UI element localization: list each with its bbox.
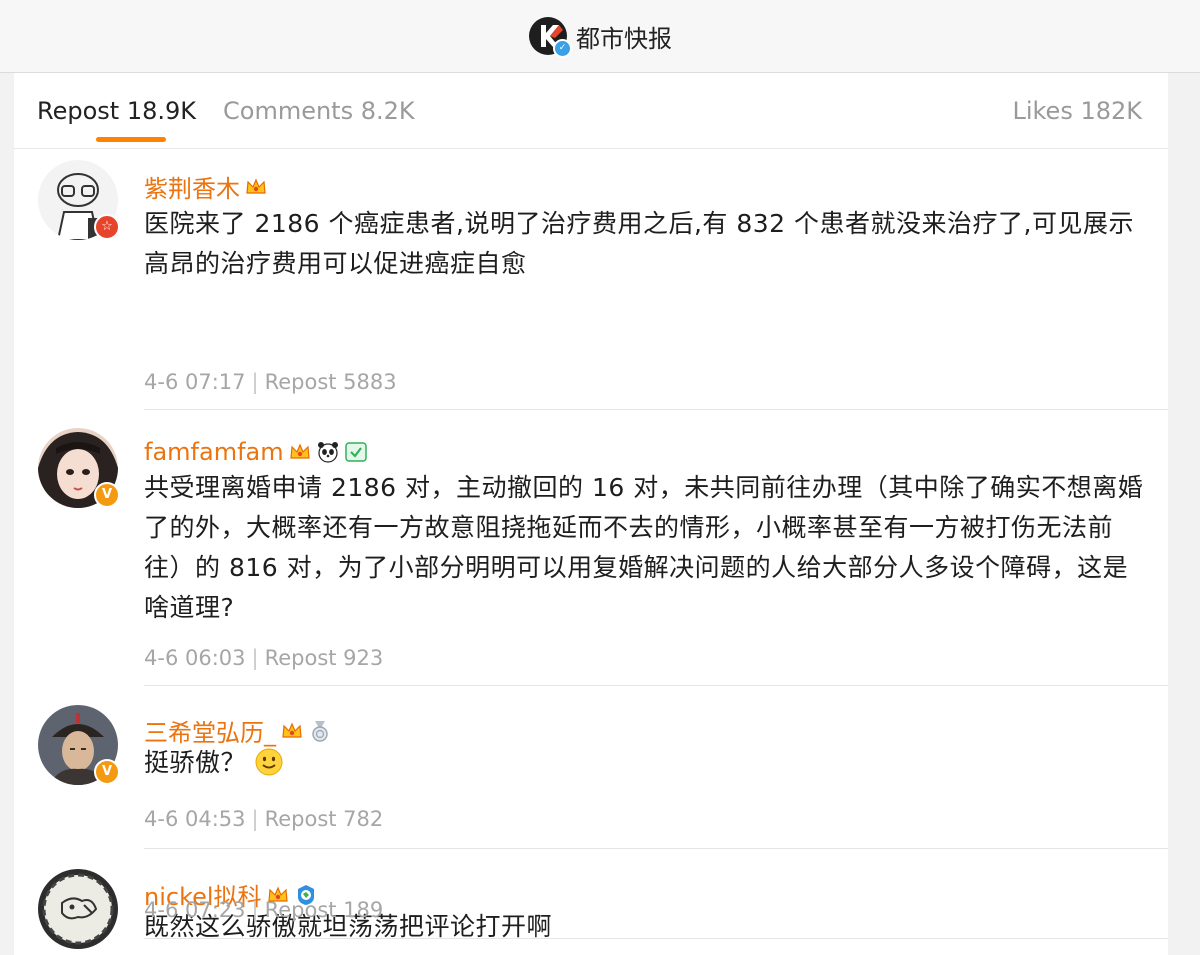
repost-count-link[interactable]: Repost 782 — [265, 807, 384, 831]
repost-item: ☆ 紫荆香木 医院来了 2186 个癌症患者,说明了治疗费用之后,有 832 个… — [14, 148, 1168, 410]
tab-comments[interactable]: Comments 8.2K — [223, 97, 415, 125]
avatar-badge-icon: V — [94, 759, 120, 785]
tab-repost[interactable]: Repost 18.9K — [37, 97, 196, 125]
verified-badge-icon: ✓ — [553, 39, 572, 58]
repost-count-link[interactable]: Repost 5883 — [265, 370, 397, 394]
avatar[interactable]: V — [38, 428, 120, 508]
account-name: 都市快报 — [576, 24, 672, 53]
username-text: 紫荆香木 — [144, 175, 240, 203]
green-check-icon — [344, 440, 368, 464]
username[interactable]: famfamfam — [144, 438, 368, 466]
panda-icon — [316, 440, 340, 464]
top-bar: ✓ 都市快报 — [0, 0, 1200, 73]
smile-emoji-icon — [254, 747, 284, 777]
tab-likes[interactable]: Likes 182K — [1012, 97, 1142, 125]
repost-meta: 4-6 04:53 | Repost 782 — [144, 807, 384, 831]
crown-icon — [280, 719, 304, 743]
repost-count-link[interactable]: Repost 189 — [265, 898, 384, 922]
avatar[interactable]: V — [38, 705, 120, 785]
avatar-badge-icon: V — [94, 482, 120, 508]
brand-k-logo-icon: ✓ — [528, 16, 572, 58]
repost-text: 共受理离婚申请 2186 对，主动撤回的 16 对，未共同前往办理（其中除了确实… — [144, 473, 1144, 622]
crown-icon — [288, 440, 312, 464]
repost-text: 医院来了 2186 个癌症患者,说明了治疗费用之后,有 832 个患者就没来治疗… — [144, 209, 1134, 278]
repost-text-content: 挺骄傲？ — [144, 748, 247, 777]
repost-date: 4-6 04:53 — [144, 807, 246, 831]
repost-meta: 4-6 07:17 | Repost 5883 — [144, 370, 397, 394]
medal-icon — [308, 719, 332, 743]
tab-bar: Repost 18.9K Comments 8.2K Likes 182K — [14, 73, 1168, 149]
repost-item: V famfamfam 共受理离婚申请 2186 对，主动撤回的 16 对，未共… — [14, 410, 1168, 686]
avatar[interactable] — [38, 869, 118, 949]
repost-meta: 4-6 06:03 | Repost 923 — [144, 646, 384, 670]
repost-item: V 三希堂弘历_ 挺骄傲？ 4-6 04:53 | Repost 782 — [14, 685, 1168, 849]
repost-list-card: Repost 18.9K Comments 8.2K Likes 182K ☆ … — [14, 73, 1168, 955]
account-header[interactable]: ✓ 都市快报 — [528, 16, 672, 58]
repost-count-link[interactable]: Repost 923 — [265, 646, 384, 670]
repost-meta: 4-6 07:23 | Repost 189 — [144, 898, 384, 922]
avatar-badge-icon: ☆ — [94, 214, 120, 240]
username-text: famfamfam — [144, 438, 284, 466]
repost-date: 4-6 07:23 — [144, 898, 246, 922]
active-tab-indicator — [96, 137, 166, 142]
avatar[interactable]: ☆ — [38, 160, 120, 240]
repost-text: 挺骄傲？ — [144, 743, 1144, 783]
item-divider — [144, 938, 1168, 939]
repost-date: 4-6 07:17 — [144, 370, 246, 394]
username[interactable]: 紫荆香木 — [144, 169, 268, 204]
repost-date: 4-6 06:03 — [144, 646, 246, 670]
crown-icon — [244, 175, 268, 199]
